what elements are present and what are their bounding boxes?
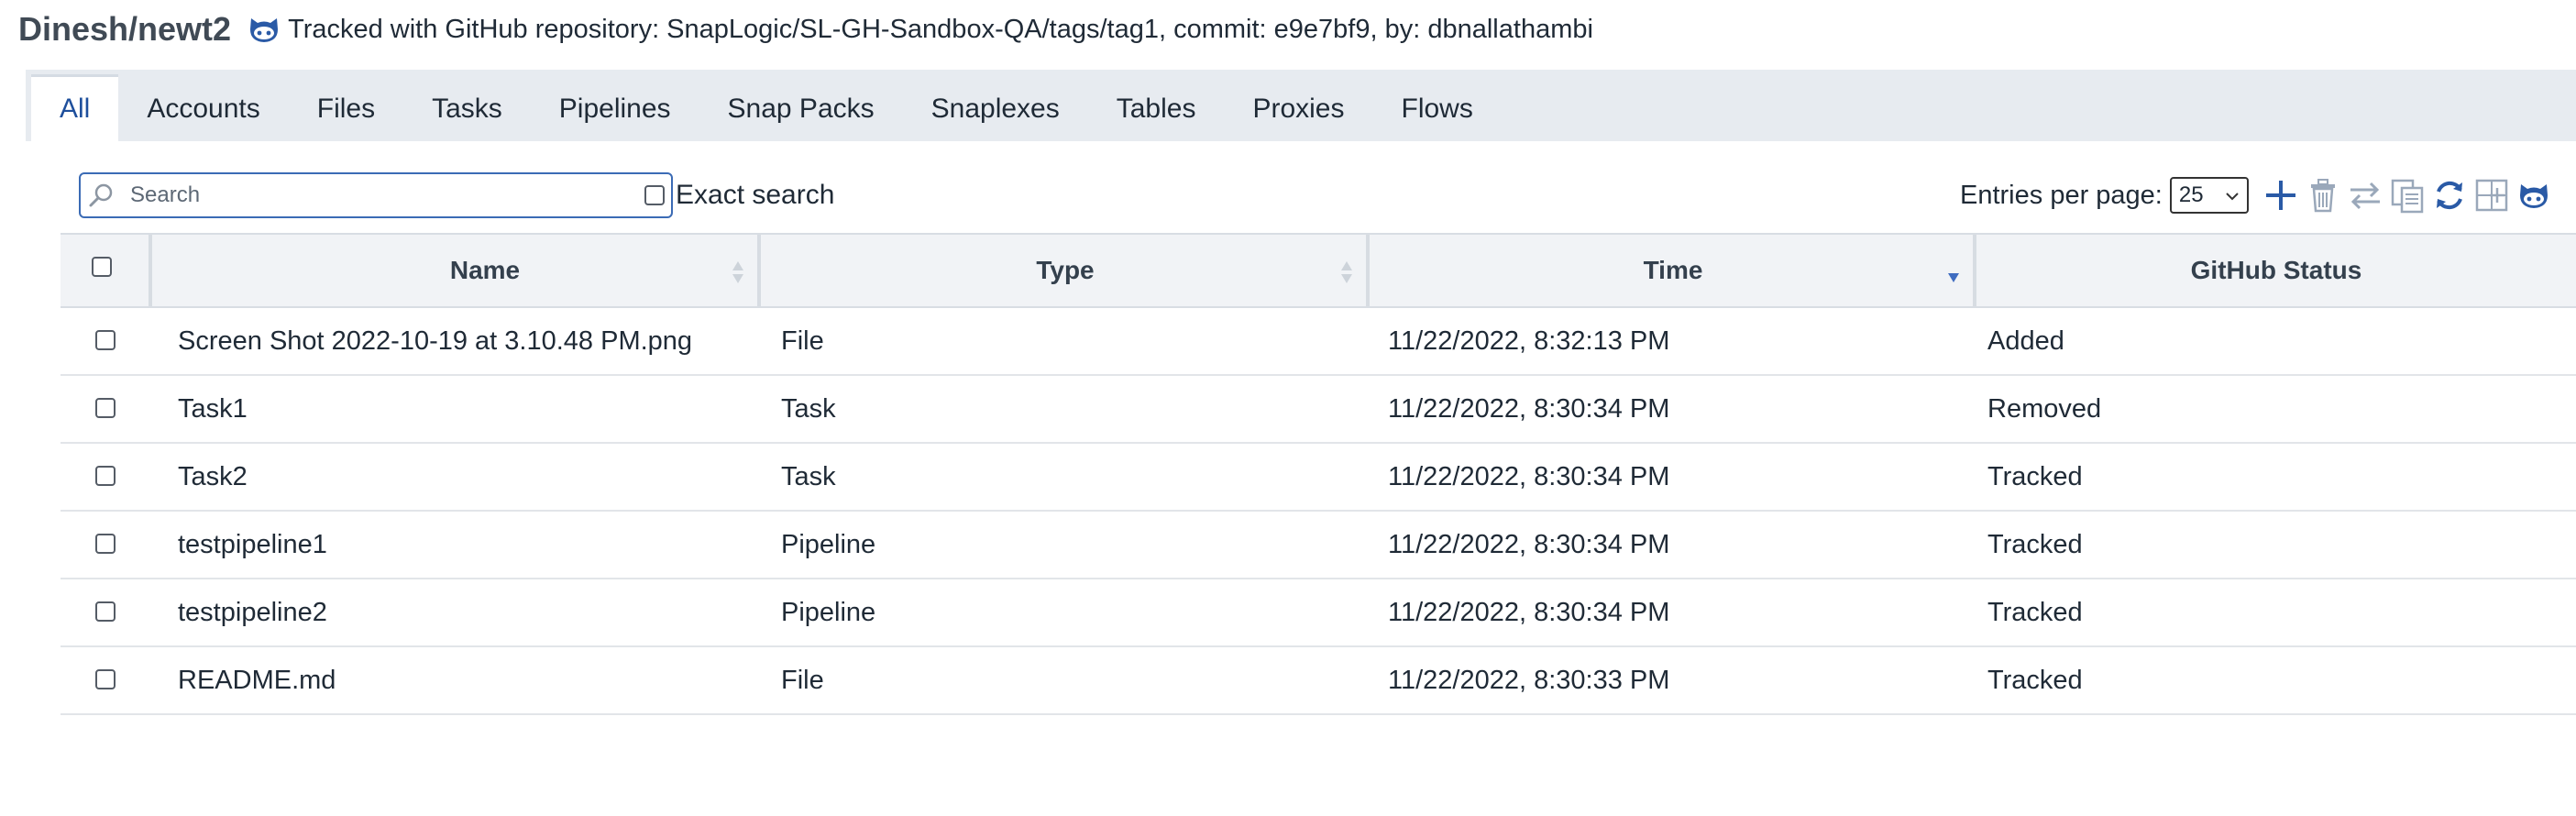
row-checkbox[interactable]: [95, 330, 116, 350]
copy-icon[interactable]: [2388, 175, 2427, 215]
cell-name[interactable]: Screen Shot 2022-10-19 at 3.10.48 PM.png: [178, 308, 692, 374]
select-all-checkbox[interactable]: [92, 257, 112, 277]
row-checkbox[interactable]: [95, 534, 116, 554]
chevron-down-icon: [2225, 182, 2240, 208]
cell-name[interactable]: Task2: [178, 444, 248, 510]
entries-per-page-value: 25: [2178, 182, 2204, 207]
table-row[interactable]: testpipeline1 Pipeline 11/22/2022, 8:30:34…: [61, 512, 2576, 579]
tab-accounts[interactable]: Accounts: [118, 77, 288, 141]
cell-type: Task: [781, 393, 836, 424]
search-box: [79, 172, 673, 218]
exact-search-checkbox[interactable]: [644, 185, 665, 205]
row-checkbox[interactable]: [95, 398, 116, 418]
cell-name[interactable]: testpipeline1: [178, 512, 327, 578]
tab-all[interactable]: All: [31, 74, 119, 141]
cell-time: 11/22/2022, 8:30:34 PM: [1388, 597, 1670, 627]
cell-name[interactable]: testpipeline2: [178, 579, 327, 645]
row-checkbox[interactable]: [95, 669, 116, 689]
table-row[interactable]: Task2 Task 11/22/2022, 8:30:34 PM Tracked: [61, 444, 2576, 512]
table-row[interactable]: README.md File 11/22/2022, 8:30:33 PM Track…: [61, 647, 2576, 715]
column-header-name[interactable]: Name: [152, 235, 818, 306]
cell-github-status: Tracked: [1987, 665, 2083, 695]
table-actions: Entries per page: 25: [1960, 172, 2553, 218]
sort-icon[interactable]: [1340, 259, 1353, 285]
exact-search-option[interactable]: Exact search: [644, 180, 834, 211]
import-icon[interactable]: [2472, 175, 2511, 215]
cell-type: Task: [781, 461, 836, 491]
entries-per-page-select[interactable]: 25: [2169, 177, 2249, 214]
cell-github-status: Removed: [1987, 393, 2102, 424]
sort-icon[interactable]: [732, 259, 744, 285]
cell-time: 11/22/2022, 8:30:34 PM: [1388, 529, 1670, 559]
cell-type: Pipeline: [781, 529, 876, 559]
exact-search-label: Exact search: [676, 180, 835, 210]
asset-type-tabs: All Accounts Files Tasks Pipelines Snap …: [26, 70, 2576, 141]
assets-table: Name Type Time GitHub Status Screen Shot…: [61, 233, 2576, 715]
tab-files[interactable]: Files: [289, 77, 403, 141]
github-icon[interactable]: [2515, 175, 2553, 215]
cell-type: Pipeline: [781, 597, 876, 627]
cell-github-status: Added: [1987, 325, 2064, 356]
tab-tasks[interactable]: Tasks: [403, 77, 531, 141]
tab-tables[interactable]: Tables: [1088, 77, 1225, 141]
cell-name[interactable]: Task1: [178, 376, 248, 442]
github-tracking-info: Tracked with GitHub repository: SnapLogi…: [288, 14, 1593, 44]
entries-per-page-label: Entries per page:: [1960, 180, 2163, 210]
add-icon[interactable]: [2262, 175, 2300, 215]
cell-time: 11/22/2022, 8:32:13 PM: [1388, 325, 1670, 356]
column-header-type[interactable]: Type: [761, 235, 1370, 306]
table-row[interactable]: testpipeline2 Pipeline 11/22/2022, 8:30:34…: [61, 579, 2576, 647]
table-body: Screen Shot 2022-10-19 at 3.10.48 PM.png…: [61, 308, 2576, 715]
tab-flows[interactable]: Flows: [1373, 77, 1502, 141]
cell-time: 11/22/2022, 8:30:33 PM: [1388, 665, 1670, 695]
tab-snaplexes[interactable]: Snaplexes: [903, 77, 1088, 141]
github-icon: [246, 11, 282, 48]
cell-github-status: Tracked: [1987, 529, 2083, 559]
cell-type: File: [781, 325, 824, 356]
toolbar: Exact search Entries per page: 25: [79, 172, 2576, 222]
table-row[interactable]: Task1 Task 11/22/2022, 8:30:34 PM Removed: [61, 376, 2576, 444]
sort-descending-icon[interactable]: [1947, 271, 1960, 284]
cell-time: 11/22/2022, 8:30:34 PM: [1388, 461, 1670, 491]
cell-name[interactable]: README.md: [178, 647, 336, 713]
refresh-icon[interactable]: [2430, 175, 2469, 215]
table-header: Name Type Time GitHub Status: [61, 233, 2576, 308]
project-header: Dinesh/newt2 Tracked with GitHub reposit…: [18, 0, 2576, 59]
cell-github-status: Tracked: [1987, 461, 2083, 491]
delete-icon[interactable]: [2304, 175, 2342, 215]
search-icon: [86, 181, 116, 210]
tab-pipelines[interactable]: Pipelines: [531, 77, 699, 141]
project-title: Dinesh/newt2: [18, 10, 232, 48]
search-input[interactable]: [128, 182, 645, 209]
tab-proxies[interactable]: Proxies: [1224, 77, 1372, 141]
cell-github-status: Tracked: [1987, 597, 2083, 627]
column-header-time[interactable]: Time: [1370, 235, 1976, 306]
tab-snap-packs[interactable]: Snap Packs: [699, 77, 903, 141]
cell-time: 11/22/2022, 8:30:34 PM: [1388, 393, 1670, 424]
cell-type: File: [781, 665, 824, 695]
row-checkbox[interactable]: [95, 601, 116, 622]
column-header-github-status[interactable]: GitHub Status: [1976, 235, 2576, 306]
table-row[interactable]: Screen Shot 2022-10-19 at 3.10.48 PM.png…: [61, 308, 2576, 376]
move-icon[interactable]: [2346, 175, 2384, 215]
row-checkbox[interactable]: [95, 466, 116, 486]
